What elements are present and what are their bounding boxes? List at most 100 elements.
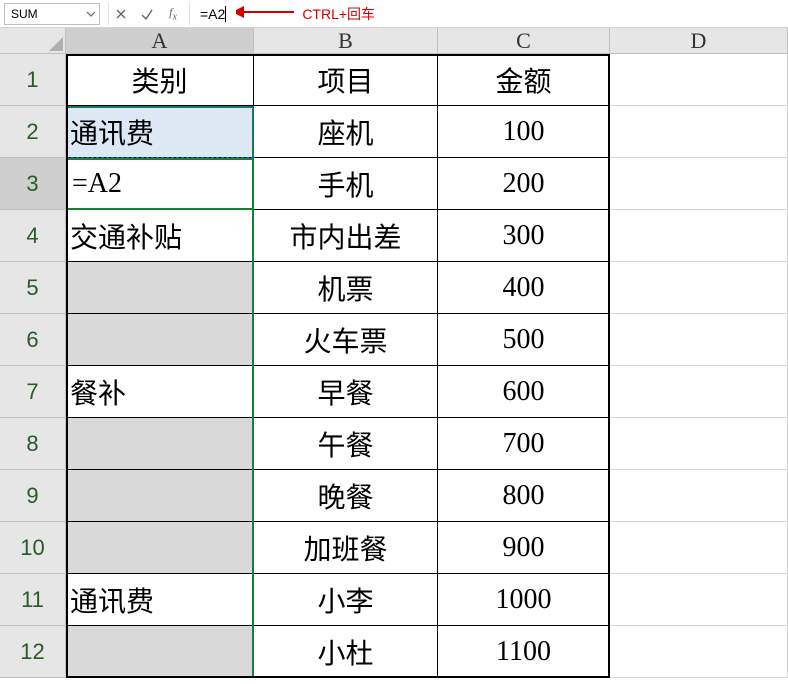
cell-A4[interactable]: 交通补贴	[66, 210, 254, 262]
cell-text: 手机	[317, 164, 373, 204]
cell-B1[interactable]: 项目	[254, 54, 438, 106]
cell-A11[interactable]: 通讯费	[66, 574, 254, 626]
table-row: =A2 手机 200	[66, 158, 788, 210]
cell-C3[interactable]: 200	[438, 158, 610, 210]
cell-text: 金额	[495, 60, 551, 100]
cancel-icon[interactable]	[113, 6, 129, 22]
cell-text: 小杜	[317, 632, 373, 672]
cell-C1[interactable]: 金额	[438, 54, 610, 106]
cell-C6[interactable]: 500	[438, 314, 610, 366]
cell-B8[interactable]: 午餐	[254, 418, 438, 470]
row-header-10[interactable]: 10	[0, 522, 66, 574]
cell-D11[interactable]	[610, 574, 788, 626]
cell-A2[interactable]: 通讯费	[66, 106, 254, 158]
select-all-corner[interactable]	[0, 28, 66, 54]
cell-A10[interactable]	[66, 522, 254, 574]
row-header-8[interactable]: 8	[0, 418, 66, 470]
cell-D6[interactable]	[610, 314, 788, 366]
fx-icon[interactable]: fx	[165, 6, 181, 22]
column-header-D[interactable]: D	[610, 28, 788, 54]
cell-B7[interactable]: 早餐	[254, 366, 438, 418]
cell-text: 800	[503, 480, 545, 512]
row-header-3[interactable]: 3	[0, 158, 66, 210]
cell-C11[interactable]: 1000	[438, 574, 610, 626]
cell-C4[interactable]: 300	[438, 210, 610, 262]
formula-input-text: =A2	[194, 6, 225, 22]
cell-text: 市内出差	[289, 216, 401, 256]
cell-A9[interactable]	[66, 470, 254, 522]
cell-C10[interactable]: 900	[438, 522, 610, 574]
cell-text: 通讯费	[70, 112, 154, 152]
cell-text: 交通补贴	[70, 216, 182, 256]
column-header-A[interactable]: A	[66, 28, 254, 54]
cell-D1[interactable]	[610, 54, 788, 106]
cell-A8[interactable]	[66, 418, 254, 470]
column-header-C[interactable]: C	[438, 28, 610, 54]
cell-C7[interactable]: 600	[438, 366, 610, 418]
cell-A7[interactable]: 餐补	[66, 366, 254, 418]
formula-input[interactable]: =A2	[194, 6, 226, 22]
cell-D2[interactable]	[610, 106, 788, 158]
cell-text: 1100	[496, 636, 551, 668]
cell-text: 座机	[317, 112, 373, 152]
table-row: 小杜 1100	[66, 626, 788, 678]
cell-A3[interactable]: =A2	[66, 158, 254, 210]
cell-B12[interactable]: 小杜	[254, 626, 438, 678]
cell-text: 通讯费	[70, 580, 154, 620]
hint-annotation: CTRL+回车	[236, 4, 375, 24]
cell-text: =A2	[72, 168, 122, 200]
cell-A12[interactable]	[66, 626, 254, 678]
cell-A6[interactable]	[66, 314, 254, 366]
formula-bar-buttons: fx	[108, 3, 185, 25]
cell-A5[interactable]	[66, 262, 254, 314]
cell-B9[interactable]: 晚餐	[254, 470, 438, 522]
cell-B10[interactable]: 加班餐	[254, 522, 438, 574]
row-header-2[interactable]: 2	[0, 106, 66, 158]
cell-D9[interactable]	[610, 470, 788, 522]
cell-A1[interactable]: 类别	[66, 54, 254, 106]
row-header-1[interactable]: 1	[0, 54, 66, 106]
row-header-4[interactable]: 4	[0, 210, 66, 262]
cell-D7[interactable]	[610, 366, 788, 418]
row-header-7[interactable]: 7	[0, 366, 66, 418]
cell-C2[interactable]: 100	[438, 106, 610, 158]
cell-text: 700	[503, 428, 545, 460]
hint-text: CTRL+回车	[302, 4, 375, 24]
formula-bar: SUM fx =A2 CTRL+回车	[0, 0, 788, 28]
cell-B5[interactable]: 机票	[254, 262, 438, 314]
cell-text: 项目	[317, 60, 373, 100]
cell-D12[interactable]	[610, 626, 788, 678]
name-box-dropdown-icon[interactable]	[85, 8, 97, 20]
cell-C12[interactable]: 1100	[438, 626, 610, 678]
cell-text: 600	[503, 376, 545, 408]
row-header-11[interactable]: 11	[0, 574, 66, 626]
row-header-12[interactable]: 12	[0, 626, 66, 678]
cell-B11[interactable]: 小李	[254, 574, 438, 626]
cell-D3[interactable]	[610, 158, 788, 210]
cell-text: 400	[503, 272, 545, 304]
cell-text: 午餐	[317, 424, 373, 464]
name-box-value: SUM	[11, 7, 38, 21]
cell-D4[interactable]	[610, 210, 788, 262]
row-header-9[interactable]: 9	[0, 470, 66, 522]
arrow-icon	[236, 4, 296, 23]
cell-B2[interactable]: 座机	[254, 106, 438, 158]
cell-B4[interactable]: 市内出差	[254, 210, 438, 262]
cell-B6[interactable]: 火车票	[254, 314, 438, 366]
table-row: 加班餐 900	[66, 522, 788, 574]
cell-text: 500	[503, 324, 545, 356]
cell-D5[interactable]	[610, 262, 788, 314]
cell-B3[interactable]: 手机	[254, 158, 438, 210]
cell-text: 晚餐	[317, 476, 373, 516]
enter-icon[interactable]	[139, 6, 155, 22]
name-box[interactable]: SUM	[4, 3, 100, 25]
row-header-6[interactable]: 6	[0, 314, 66, 366]
cell-text: 900	[503, 532, 545, 564]
cell-C9[interactable]: 800	[438, 470, 610, 522]
column-header-B[interactable]: B	[254, 28, 438, 54]
cell-C5[interactable]: 400	[438, 262, 610, 314]
row-header-5[interactable]: 5	[0, 262, 66, 314]
cell-D8[interactable]	[610, 418, 788, 470]
cell-C8[interactable]: 700	[438, 418, 610, 470]
cell-D10[interactable]	[610, 522, 788, 574]
